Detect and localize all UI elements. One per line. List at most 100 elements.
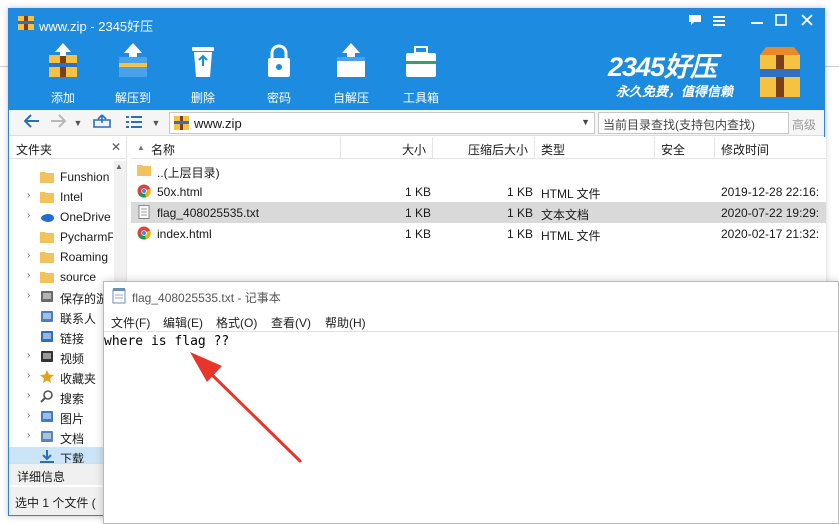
delete-button[interactable]: 删除 — [173, 41, 233, 105]
cell-name: 50x.html — [157, 185, 203, 199]
menu-icon[interactable] — [709, 13, 729, 31]
cell-type: 文本文档 — [541, 208, 590, 222]
status-bar: 选中 1 个文件 ( — [9, 487, 104, 515]
add-label: 添加 — [50, 91, 75, 105]
cell-size: 1 KB — [404, 206, 431, 220]
window-title: www.zip - 2345好压 — [39, 19, 154, 34]
column-name[interactable]: ▲ 名称 — [131, 137, 341, 159]
tree-item-label: PycharmP — [60, 230, 113, 244]
chevron-right-icon[interactable]: › — [27, 270, 30, 281]
chevron-right-icon[interactable]: › — [27, 410, 30, 421]
file-row[interactable]: 50x.html 1 KB 1 KB HTML 文件 2019-12-28 22:16: — [131, 181, 826, 202]
menu-edit[interactable]: 编辑(E) — [163, 314, 203, 331]
history-dropdown-icon[interactable]: ▼ — [71, 113, 85, 133]
folder-tree-title: 文件夹 — [16, 143, 53, 157]
tree-item-label: 文档 — [60, 432, 85, 446]
column-security[interactable]: 安全 — [655, 137, 715, 159]
chevron-right-icon[interactable]: › — [27, 370, 30, 381]
tree-item[interactable]: › 搜索 — [9, 387, 113, 407]
view-list-icon[interactable] — [123, 113, 145, 133]
notepad-text-area[interactable]: where is flag ?? — [104, 333, 838, 523]
chevron-right-icon[interactable]: › — [27, 390, 30, 401]
notepad-window: flag_408025535.txt - 记事本 文件(F) 编辑(E) 格式(… — [103, 281, 839, 524]
tree-item[interactable]: › 保存的游 — [9, 287, 113, 307]
brand-slogan: 永久免费，值得信赖 — [616, 84, 734, 99]
onedrive-icon — [41, 214, 54, 222]
scroll-up-icon[interactable]: ▲ — [115, 162, 123, 171]
cell-type: HTML 文件 — [541, 229, 601, 243]
address-dropdown-icon[interactable]: ▼ — [581, 117, 590, 127]
file-row[interactable]: flag_408025535.txt 1 KB 1 KB 文本文档 2020-07-22… — [131, 202, 826, 223]
chrome-icon — [137, 184, 151, 198]
back-arrow-icon[interactable] — [21, 113, 43, 133]
advanced-search-button[interactable]: 高级 — [792, 116, 816, 133]
download-icon — [40, 450, 54, 463]
password-label: 密码 — [266, 91, 291, 105]
column-type[interactable]: 类型 — [535, 137, 655, 159]
tree-item[interactable]: › 视频 — [9, 347, 113, 367]
close-button[interactable] — [797, 13, 817, 31]
extract-to-button[interactable]: 解压到 — [103, 41, 163, 105]
close-icon[interactable]: ✕ — [111, 140, 121, 154]
cell-size: 1 KB — [404, 227, 431, 241]
search-input[interactable]: 当前目录查找(支持包内查找) — [598, 112, 789, 134]
view-dropdown-icon[interactable]: ▼ — [149, 113, 163, 133]
cell-type: HTML 文件 — [541, 187, 601, 201]
file-row[interactable]: ..(上层目录) — [131, 160, 826, 181]
chevron-right-icon[interactable]: › — [27, 350, 30, 361]
cell-modified: 2020-02-17 21:32: — [721, 227, 820, 241]
chevron-right-icon[interactable]: › — [27, 250, 30, 261]
column-size[interactable]: 大小 — [341, 137, 433, 159]
chevron-right-icon[interactable]: › — [27, 190, 30, 201]
chat-icon[interactable] — [685, 13, 705, 31]
chevron-right-icon[interactable]: › — [27, 210, 30, 221]
password-button[interactable]: 密码 — [249, 41, 309, 105]
column-modified[interactable]: 修改时间 — [715, 137, 826, 159]
video-icon — [41, 351, 53, 362]
self-extract-button[interactable]: 自解压 — [321, 41, 381, 105]
toolbox-button[interactable]: 工具箱 — [391, 41, 451, 105]
extract-to-label: 解压到 — [114, 91, 151, 105]
tree-item[interactable]: › Roaming — [9, 247, 113, 267]
toolbox-icon — [406, 46, 436, 77]
add-button[interactable]: 添加 — [33, 41, 93, 105]
chevron-right-icon[interactable]: › — [27, 430, 30, 441]
sort-asc-icon: ▲ — [137, 143, 145, 152]
tree-item[interactable]: 联系人 — [9, 307, 113, 327]
tree-item[interactable]: › 收藏夹 — [9, 367, 113, 387]
tree-item[interactable]: › OneDrive — [9, 207, 113, 227]
tree-item[interactable]: Funshion — [9, 167, 113, 187]
minimize-button[interactable] — [747, 13, 767, 31]
menu-format[interactable]: 格式(O) — [216, 314, 257, 331]
tree-item[interactable]: › 图片 — [9, 407, 113, 427]
tree-item[interactable]: › source — [9, 267, 113, 287]
tree-item[interactable]: PycharmP — [9, 227, 113, 247]
contacts-icon — [41, 311, 53, 322]
maximize-button[interactable] — [771, 13, 791, 31]
link-icon — [41, 331, 53, 342]
cell-modified: 2020-07-22 19:29: — [721, 206, 820, 220]
tree-item[interactable]: › Intel — [9, 187, 113, 207]
file-row[interactable]: index.html 1 KB 1 KB HTML 文件 2020-02-17 21:3… — [131, 223, 826, 244]
column-packed-size[interactable]: 压缩后大小 — [433, 137, 535, 159]
chevron-right-icon[interactable]: › — [27, 290, 30, 301]
text-file-icon — [138, 205, 150, 219]
menu-file[interactable]: 文件(F) — [111, 314, 150, 331]
notepad-menu-bar: 文件(F) 编辑(E) 格式(O) 查看(V) 帮助(H) — [104, 310, 838, 332]
tree-item-label: 收藏夹 — [60, 372, 97, 386]
folder-icon — [40, 272, 54, 283]
up-folder-icon[interactable] — [91, 113, 113, 133]
folder-icon — [40, 232, 54, 243]
tree-item-label: Intel — [60, 190, 83, 204]
forward-arrow-icon[interactable] — [47, 113, 69, 133]
address-bar: ▼ ▼ www.zip ▼ 当前目录查找(支持包内查找) 高级 — [9, 110, 824, 136]
address-input[interactable]: www.zip ▼ — [169, 112, 595, 134]
menu-help[interactable]: 帮助(H) — [325, 314, 366, 331]
details-panel[interactable]: 详细信息 — [9, 463, 104, 485]
tree-item-label: source — [60, 270, 97, 284]
menu-view[interactable]: 查看(V) — [271, 314, 311, 331]
extract-icon — [119, 43, 147, 77]
tree-item[interactable]: › 文档 — [9, 427, 113, 447]
title-bar: www.zip - 2345好压 — [9, 9, 824, 37]
tree-item[interactable]: 链接 — [9, 327, 113, 347]
